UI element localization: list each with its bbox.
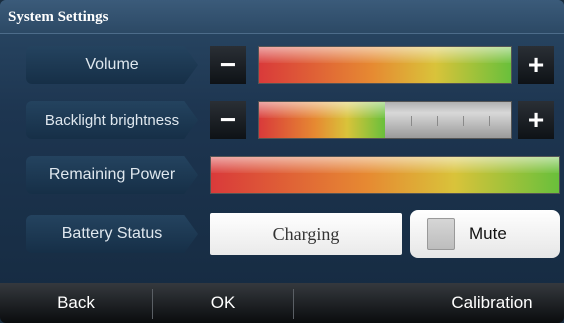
mute-toggle[interactable]: Mute — [410, 210, 560, 258]
backlight-slider-fill — [259, 102, 385, 138]
window-title: System Settings — [8, 9, 109, 25]
backlight-increase-button[interactable]: + — [518, 101, 554, 139]
slider-tick — [437, 116, 438, 126]
battery-status-value: Charging — [210, 213, 402, 255]
bottom-divider — [293, 289, 294, 319]
slider-tick — [463, 116, 464, 126]
backlight-label: Backlight brightness — [26, 101, 198, 139]
slider-tick — [489, 116, 490, 126]
title-bar: System Settings — [0, 0, 564, 34]
volume-slider[interactable] — [258, 46, 512, 84]
mute-checkbox[interactable] — [427, 218, 455, 250]
ok-button[interactable]: OK — [153, 283, 293, 323]
calibration-button[interactable]: Calibration — [420, 283, 564, 323]
backlight-decrease-button[interactable]: − — [210, 101, 246, 139]
battery-status-label: Battery Status — [26, 215, 198, 253]
mute-label: Mute — [469, 224, 507, 243]
slider-tick — [411, 116, 412, 126]
volume-increase-button[interactable]: + — [518, 46, 554, 84]
settings-screen: System Settings Volume − + Backlight bri… — [0, 0, 564, 323]
remaining-power-fill — [211, 157, 559, 193]
backlight-slider[interactable] — [258, 101, 512, 139]
remaining-power-label: Remaining Power — [26, 156, 198, 194]
bottom-bar: Back OK Calibration — [0, 283, 564, 323]
volume-decrease-button[interactable]: − — [210, 46, 246, 84]
back-button[interactable]: Back — [0, 283, 152, 323]
volume-label: Volume — [26, 46, 198, 84]
volume-slider-fill — [259, 47, 511, 83]
remaining-power-bar — [210, 156, 560, 194]
